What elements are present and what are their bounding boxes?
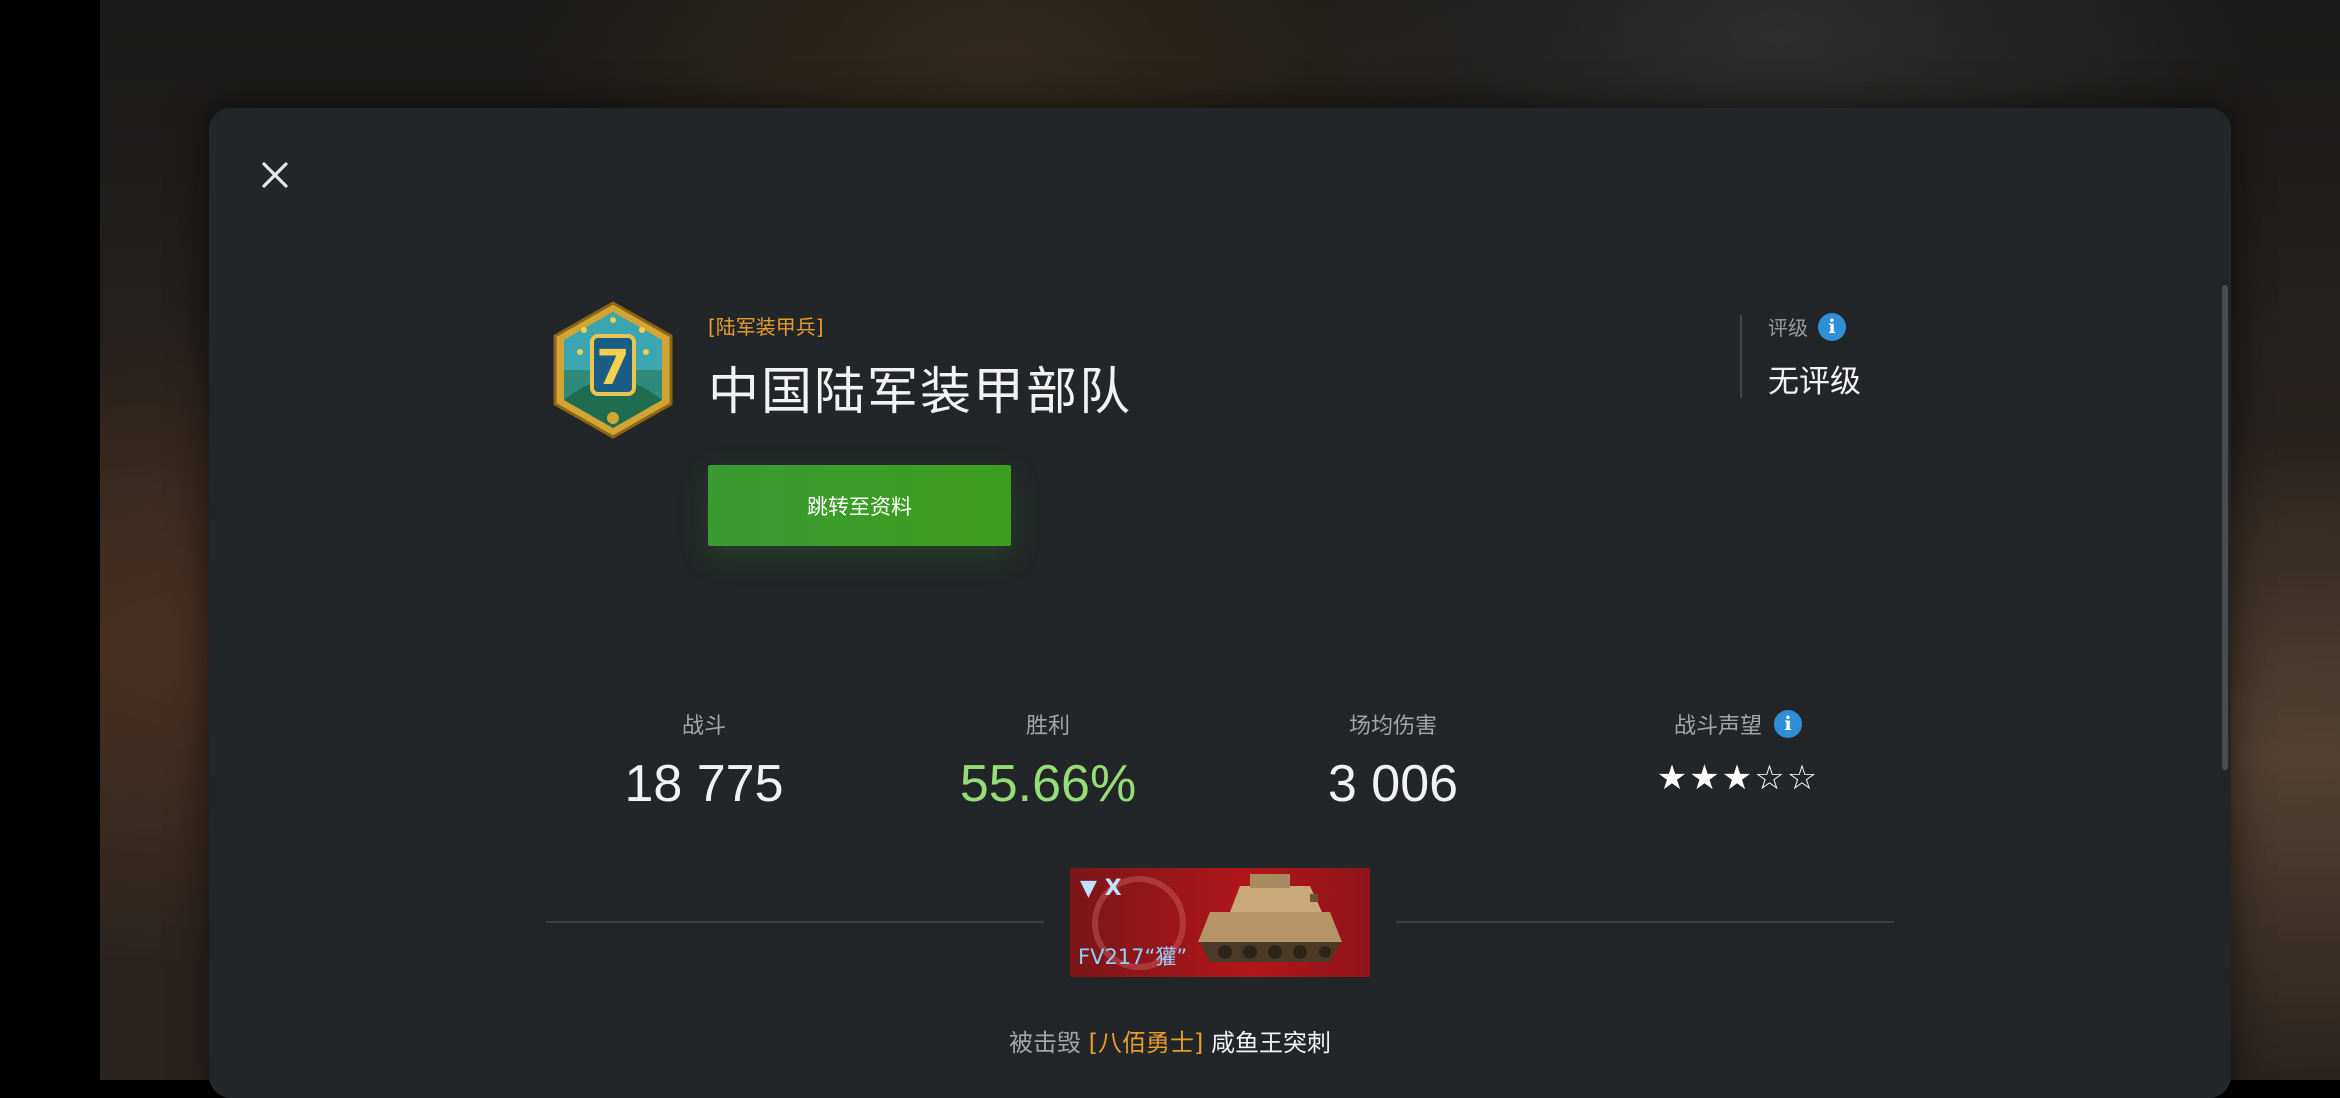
stat-wins-label: 胜利 [1025, 714, 1070, 739]
killer-player-name[interactable]: 咸鱼王突刺 [1211, 1029, 1331, 1057]
stat-wins: 胜利 55.66% [878, 708, 1218, 814]
letterbox-left [0, 0, 100, 1080]
stat-prestige: 战斗声望 i ★★★☆☆ [1568, 708, 1908, 798]
clan-name: 中国陆军装甲部队 [708, 363, 1133, 422]
prestige-stars: ★★★☆☆ [1656, 758, 1820, 798]
stat-prestige-label: 战斗声望 i [1568, 708, 1908, 740]
prestige-info-icon[interactable]: i [1774, 710, 1802, 738]
stat-avg-damage: 场均伤害 3 006 [1223, 708, 1563, 814]
clan-emblem: 7 [550, 300, 676, 440]
killed-by-line: 被击毁 [八佰勇士] 咸鱼王突刺 [0, 1023, 2340, 1058]
killed-by-prefix: 被击毁 [1008, 1029, 1081, 1057]
tank-name: FV217“獾” [1078, 945, 1188, 969]
stat-avg-damage-value: 3 006 [1327, 755, 1459, 813]
divider-right [1396, 921, 1894, 923]
killer-tank-card[interactable]: ▼ X FV217“獾” [1070, 868, 1370, 977]
stat-battles-label: 战斗 [681, 714, 726, 739]
close-button[interactable] [252, 152, 298, 198]
tank-class-icon: ▼ [1080, 876, 1097, 901]
rating-divider [1740, 315, 1742, 398]
svg-text:7: 7 [596, 340, 629, 396]
clan-tag: [陆军装甲兵] [708, 315, 824, 339]
rating-value: 无评级 [1768, 364, 1861, 400]
stat-prestige-label-text: 战斗声望 [1673, 714, 1762, 739]
stat-battles: 战斗 18 775 [534, 708, 874, 814]
close-icon [262, 162, 288, 188]
stat-wins-value: 55.66% [959, 755, 1137, 813]
info-icon[interactable]: i [1818, 312, 1846, 341]
tank-tier: ▼ X [1080, 876, 1122, 901]
tank-image [1198, 874, 1342, 962]
stat-battles-value: 18 775 [624, 755, 784, 813]
divider-left [546, 921, 1044, 923]
rating-label-text: 评级 [1768, 316, 1808, 340]
killer-clan-tag: [八佰勇士] [1088, 1029, 1204, 1057]
rating-label: 评级 i [1768, 312, 1846, 341]
tank-tier-label: X [1104, 876, 1122, 901]
stat-avg-damage-label: 场均伤害 [1348, 714, 1437, 739]
modal-scrollbar[interactable] [2222, 285, 2228, 770]
go-to-profile-button[interactable]: 跳转至资料 [708, 465, 1011, 546]
